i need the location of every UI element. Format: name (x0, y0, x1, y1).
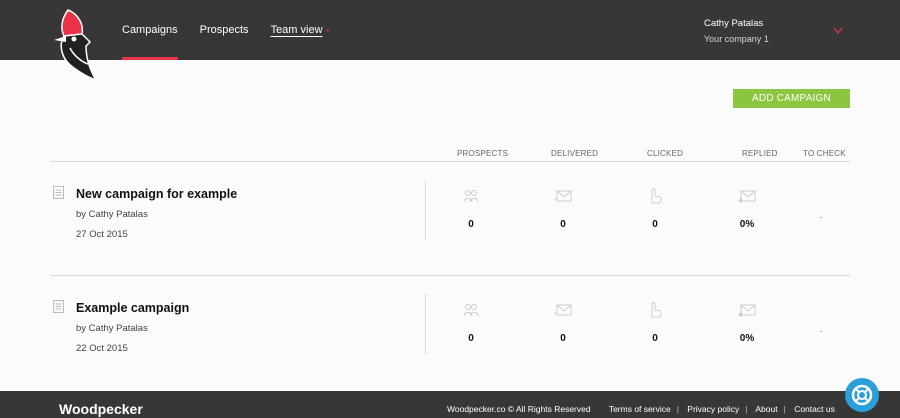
chevron-down-icon[interactable] (833, 27, 843, 35)
footer-links: Woodpecker.co © All Rights Reserved Term… (447, 404, 835, 414)
column-header-prospects: PROSPECTS (457, 149, 509, 158)
footer-link-about[interactable]: About (755, 404, 777, 414)
column-header-to-check: TO CHECK (803, 149, 846, 158)
row-divider (425, 180, 426, 240)
replied-icon (738, 190, 756, 203)
woodpecker-logo[interactable] (52, 6, 102, 80)
campaign-title[interactable]: Example campaign (76, 301, 189, 315)
prospects-value: 0 (468, 219, 474, 230)
delivered-icon (554, 304, 572, 316)
footer: Woodpecker Woodpecker.co © All Rights Re… (0, 391, 900, 418)
lifebuoy-icon (851, 384, 873, 406)
footer-link-terms[interactable]: Terms of service (609, 404, 671, 414)
user-menu[interactable]: Cathy Patalas Your company 1 (704, 18, 769, 44)
clicked-icon (651, 188, 662, 204)
header-divider (50, 161, 850, 162)
row-divider (425, 294, 426, 354)
footer-separator: | (745, 404, 748, 414)
column-header-clicked: CLICKED (647, 149, 684, 158)
delivered-icon (554, 190, 572, 202)
footer-separator: | (783, 404, 786, 414)
campaign-row[interactable]: New campaign for example by Cathy Patala… (50, 180, 850, 240)
replied-icon (738, 304, 756, 317)
replied-value: 0% (739, 219, 755, 230)
prospects-value: 0 (468, 333, 474, 344)
clicked-value: 0 (652, 219, 658, 230)
document-icon (53, 186, 64, 199)
caret-left-icon: ‹ (326, 25, 330, 36)
footer-link-contact[interactable]: Contact us (794, 404, 835, 414)
top-bar: Campaigns Prospects Team view ‹ Cathy Pat… (0, 0, 900, 80)
nav-campaigns[interactable]: Campaigns (122, 0, 178, 60)
campaign-title[interactable]: New campaign for example (76, 187, 237, 201)
clicked-value: 0 (652, 333, 658, 344)
column-header-replied: REPLIED (742, 149, 778, 158)
footer-copyright: Woodpecker.co © All Rights Reserved (447, 404, 591, 414)
main-nav: Campaigns Prospects Team view ‹ (122, 0, 352, 60)
to-check-value: - (819, 212, 823, 222)
prospects-icon (463, 304, 479, 317)
delivered-value: 0 (560, 219, 566, 230)
nav-prospects[interactable]: Prospects (200, 0, 249, 60)
campaign-row[interactable]: Example campaign by Cathy Patalas 22 Oct… (50, 294, 850, 354)
footer-brand: Woodpecker (59, 401, 143, 417)
user-name: Cathy Patalas (704, 18, 764, 29)
document-icon (53, 300, 64, 313)
delivered-value: 0 (560, 333, 566, 344)
to-check-value: - (819, 326, 823, 336)
nav-team-view-label: Team view (270, 24, 323, 36)
prospects-icon (463, 190, 479, 203)
campaign-author: by Cathy Patalas (76, 209, 148, 220)
help-button[interactable] (845, 378, 879, 412)
user-company: Your company 1 (704, 34, 769, 44)
add-campaign-button[interactable]: ADD CAMPAIGN (733, 89, 850, 108)
nav-team-view[interactable]: Team view ‹ (271, 0, 330, 60)
campaign-date: 27 Oct 2015 (76, 229, 128, 240)
replied-value: 0% (739, 333, 755, 344)
column-header-delivered: DELIVERED (551, 149, 599, 158)
row-separator (50, 275, 850, 276)
clicked-icon (651, 302, 662, 318)
footer-link-privacy[interactable]: Privacy policy (687, 404, 739, 414)
campaign-date: 22 Oct 2015 (76, 343, 128, 354)
footer-separator: | (676, 404, 679, 414)
campaign-author: by Cathy Patalas (76, 323, 148, 334)
